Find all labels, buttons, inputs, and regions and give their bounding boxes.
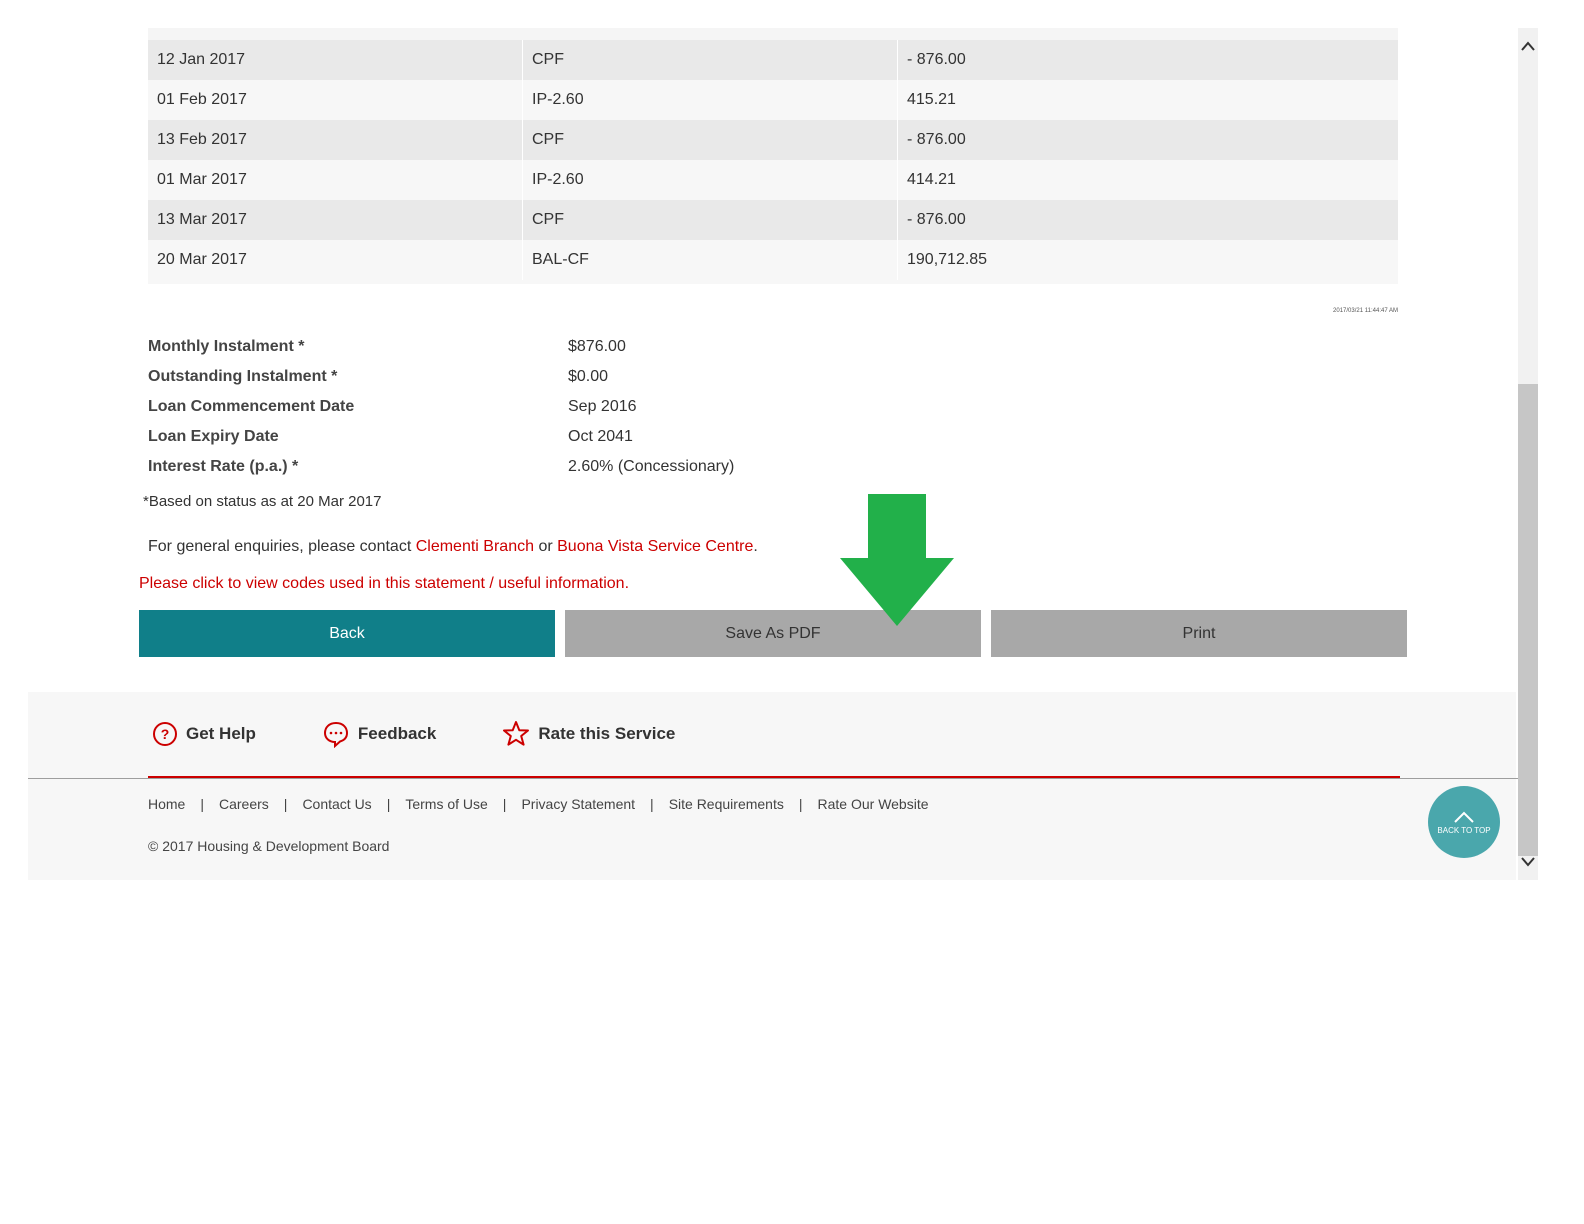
transaction-code: IP-2.60 — [523, 160, 898, 200]
footer-link-rate-our-website[interactable]: Rate Our Website — [818, 796, 929, 812]
chat-bubble-icon — [323, 721, 348, 748]
chevron-up-icon — [1454, 811, 1474, 823]
summary-row: Loan Commencement Date Sep 2016 — [148, 392, 734, 422]
down-arrow-annotation-icon — [840, 494, 954, 626]
footer-link-contact-us[interactable]: Contact Us — [302, 796, 371, 812]
footer-divider-grey — [28, 778, 1520, 779]
svg-text:?: ? — [161, 726, 170, 742]
transactions-table: 12 Jan 2017 CPF - 876.00 01 Feb 2017 IP-2.60… — [148, 28, 1398, 284]
get-help-label: Get Help — [186, 724, 256, 743]
transaction-date: 01 Feb 2017 — [148, 80, 523, 120]
enquiry-or: or — [534, 538, 558, 555]
transaction-code: CPF — [523, 40, 898, 80]
summary-row: Loan Expiry Date Oct 2041 — [148, 422, 734, 452]
clementi-branch-link[interactable]: Clementi Branch — [416, 538, 534, 555]
summary-label: Interest Rate (p.a.) * — [148, 458, 299, 475]
summary-value: 2.60% (Concessionary) — [568, 458, 735, 475]
footer-links: Home | Careers | Contact Us | Terms of U… — [148, 796, 929, 812]
enquiry-suffix: . — [753, 538, 758, 555]
question-circle-icon: ? — [153, 722, 177, 746]
summary-row: Monthly Instalment * $876.00 — [148, 332, 734, 362]
table-row: 13 Mar 2017 CPF - 876.00 — [148, 200, 1398, 240]
status-note: *Based on status as at 20 Mar 2017 — [143, 493, 382, 510]
footer-link-careers[interactable]: Careers — [219, 796, 269, 812]
feedback-link[interactable]: Feedback — [322, 720, 436, 748]
transaction-code: CPF — [523, 120, 898, 160]
statement-timestamp: 2017/03/21 11:44:47 AM — [1333, 308, 1398, 314]
scroll-down-button[interactable] — [1518, 852, 1538, 872]
rate-service-link[interactable]: Rate this Service — [502, 720, 675, 748]
enquiry-prefix: For general enquiries, please contact — [148, 538, 416, 555]
transaction-date: 12 Jan 2017 — [148, 40, 523, 80]
transaction-amount: - 876.00 — [907, 131, 966, 148]
link-separator: | — [200, 796, 204, 812]
scrollbar-thumb[interactable] — [1518, 384, 1538, 856]
chevron-down-icon — [1521, 857, 1535, 867]
rate-service-label: Rate this Service — [538, 724, 676, 743]
buona-vista-link[interactable]: Buona Vista Service Centre — [557, 538, 753, 555]
footer-link-site-requirements[interactable]: Site Requirements — [669, 796, 784, 812]
footer-link-home[interactable]: Home — [148, 796, 185, 812]
table-bottom-edge — [148, 280, 1398, 284]
summary-value: $876.00 — [568, 338, 626, 355]
table-top-edge — [148, 28, 1398, 40]
transaction-code: BAL-CF — [523, 240, 898, 280]
summary-row: Interest Rate (p.a.) * 2.60% (Concession… — [148, 452, 734, 482]
back-to-top-button[interactable]: BACK TO TOP — [1428, 786, 1500, 858]
get-help-link[interactable]: ? Get Help — [152, 721, 256, 747]
summary-row: Outstanding Instalment * $0.00 — [148, 362, 734, 392]
table-row: 01 Feb 2017 IP-2.60 415.21 — [148, 80, 1398, 120]
summary-label: Outstanding Instalment * — [148, 368, 338, 385]
table-row: 12 Jan 2017 CPF - 876.00 — [148, 40, 1398, 80]
copyright-text: © 2017 Housing & Development Board — [148, 838, 390, 854]
footer-link-privacy-statement[interactable]: Privacy Statement — [521, 796, 635, 812]
codes-info-link[interactable]: Please click to view codes used in this … — [139, 575, 629, 593]
scroll-up-button[interactable] — [1518, 36, 1538, 56]
transaction-date: 13 Feb 2017 — [148, 120, 523, 160]
table-row: 13 Feb 2017 CPF - 876.00 — [148, 120, 1398, 160]
summary-label: Loan Expiry Date — [148, 428, 279, 445]
print-button[interactable]: Print — [991, 610, 1407, 657]
chevron-up-icon — [1521, 41, 1535, 51]
enquiry-text: For general enquiries, please contact Cl… — [148, 538, 758, 556]
transaction-amount: 415.21 — [907, 91, 956, 108]
summary-value: Oct 2041 — [568, 428, 633, 445]
transaction-date: 20 Mar 2017 — [148, 240, 523, 280]
vertical-scrollbar[interactable] — [1518, 28, 1538, 880]
summary-value: $0.00 — [568, 368, 609, 385]
back-button[interactable]: Back — [139, 610, 555, 657]
transaction-amount: - 876.00 — [907, 211, 966, 228]
footer-link-terms-of-use[interactable]: Terms of Use — [405, 796, 487, 812]
table-row: 20 Mar 2017 BAL-CF 190,712.85 — [148, 240, 1398, 280]
summary-label: Loan Commencement Date — [148, 398, 355, 415]
transaction-amount: 190,712.85 — [907, 251, 988, 268]
back-to-top-label: BACK TO TOP — [1437, 825, 1491, 835]
link-separator: | — [386, 796, 391, 812]
link-separator: | — [502, 796, 507, 812]
site-footer: ? Get Help Feedback Rate this Service Ho… — [28, 692, 1520, 880]
summary-value: Sep 2016 — [568, 398, 637, 415]
link-separator: | — [283, 796, 288, 812]
transaction-amount: - 876.00 — [907, 51, 966, 68]
transaction-date: 13 Mar 2017 — [148, 200, 523, 240]
star-icon — [503, 721, 530, 746]
transaction-code: IP-2.60 — [523, 80, 898, 120]
table-row: 01 Mar 2017 IP-2.60 414.21 — [148, 160, 1398, 200]
help-bar: ? Get Help Feedback Rate this Service — [152, 692, 741, 776]
link-separator: | — [650, 796, 654, 812]
summary-label: Monthly Instalment * — [148, 338, 305, 355]
transaction-date: 01 Mar 2017 — [148, 160, 523, 200]
link-separator: | — [798, 796, 803, 812]
transaction-code: CPF — [523, 200, 898, 240]
transaction-amount: 414.21 — [907, 171, 956, 188]
feedback-label: Feedback — [357, 724, 437, 743]
loan-summary: Monthly Instalment * $876.00 Outstanding… — [148, 332, 734, 482]
